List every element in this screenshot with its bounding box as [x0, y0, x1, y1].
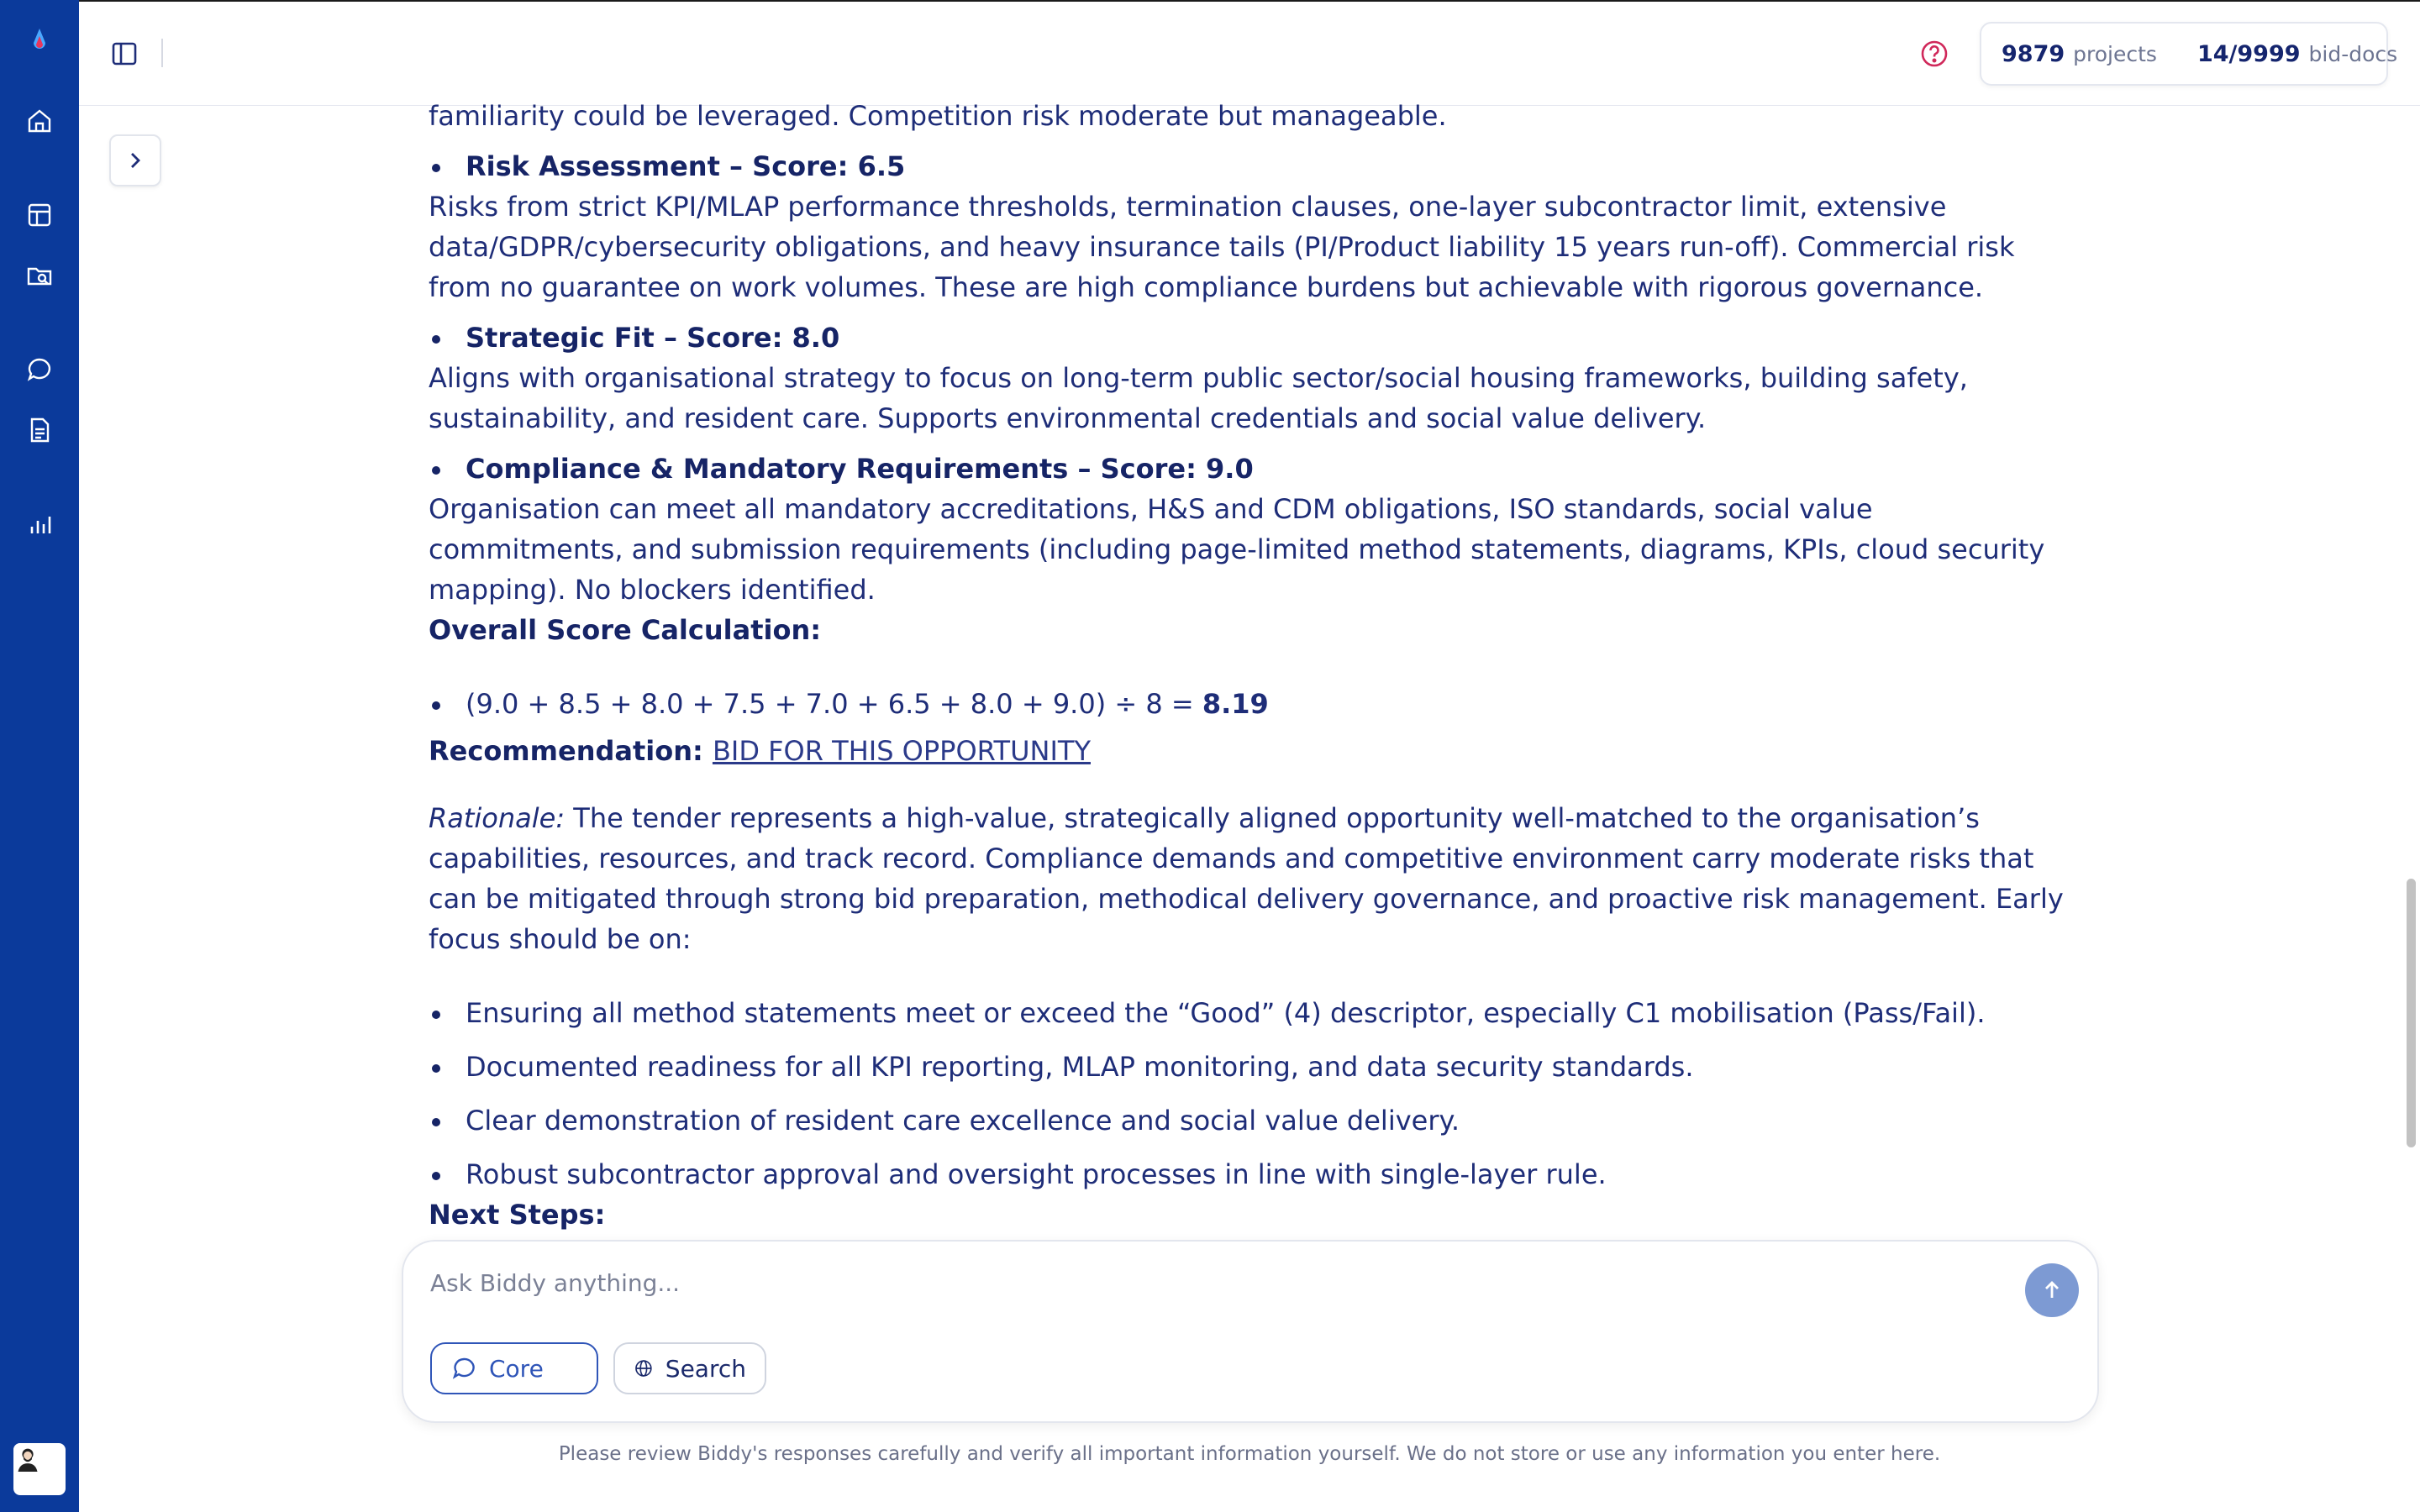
- overall-score-heading: Overall Score Calculation:: [429, 614, 822, 646]
- home-icon[interactable]: [23, 104, 56, 138]
- toolbar-divider: [161, 39, 163, 67]
- chat-bubble-icon: [452, 1357, 475, 1379]
- chat-input[interactable]: [429, 1265, 1995, 1300]
- bid-docs-stat: 14/9999 bid-docs: [2177, 41, 2417, 67]
- assistant-response: familiarity could be leveraged. Competit…: [429, 96, 2075, 1235]
- section-title: Risk Assessment – Score: 6.5: [429, 146, 2075, 186]
- top-bar: 9879 projects 14/9999 bid-docs: [79, 0, 2420, 106]
- section-title: Compliance & Mandatory Requirements – Sc…: [429, 449, 2075, 489]
- response-fragment: familiarity could be leveraged. Competit…: [429, 100, 1447, 132]
- recommendation-label: Recommendation:: [429, 735, 703, 767]
- search-mode-button[interactable]: Search: [613, 1342, 766, 1394]
- dashboard-layout-icon[interactable]: [23, 198, 56, 232]
- list-item: Robust subcontractor approval and oversi…: [429, 1154, 2075, 1194]
- analytics-icon[interactable]: [23, 507, 56, 541]
- projects-stat: 9879 projects: [1981, 41, 2177, 67]
- scrollbar-thumb[interactable]: [2407, 879, 2416, 1147]
- recommendation-value: BID FOR THIS OPPORTUNITY: [712, 735, 1091, 767]
- rationale-label: Rationale:: [429, 802, 566, 834]
- projects-count: 9879: [2002, 40, 2065, 67]
- section-body: Organisation can meet all mandatory accr…: [429, 493, 2045, 606]
- disclaimer-text: Please review Biddy's responses carefull…: [558, 1443, 1941, 1465]
- search-label: Search: [665, 1354, 746, 1383]
- chevron-right-icon: [131, 153, 140, 168]
- section-body: Aligns with organisational strategy to f…: [429, 362, 1968, 434]
- chat-icon[interactable]: [23, 353, 56, 386]
- document-icon[interactable]: [23, 413, 56, 447]
- folder-search-icon[interactable]: [23, 259, 56, 292]
- sidebar-toggle-icon[interactable]: [109, 39, 139, 69]
- core-mode-button[interactable]: Core: [430, 1342, 598, 1394]
- scrollbar-track[interactable]: [2405, 106, 2417, 1512]
- projects-label: projects: [2073, 41, 2157, 66]
- app-logo-icon[interactable]: [23, 24, 56, 57]
- calculation-text: (9.0 + 8.5 + 8.0 + 7.5 + 7.0 + 6.5 + 8.0…: [466, 688, 1202, 720]
- bid-docs-count: 14/9999: [2196, 40, 2301, 67]
- calculation-result: 8.19: [1202, 688, 1269, 720]
- rationale-text: The tender represents a high-value, stra…: [429, 802, 2064, 955]
- avatar[interactable]: [13, 1443, 66, 1495]
- list-item: Documented readiness for all KPI reporti…: [429, 1047, 2075, 1087]
- help-icon[interactable]: [1919, 39, 1949, 69]
- core-label: Core: [489, 1354, 544, 1383]
- send-button[interactable]: [2025, 1263, 2079, 1317]
- section-body: Risks from strict KPI/MLAP performance t…: [429, 191, 2015, 303]
- rationale: Rationale: The tender represents a high-…: [429, 798, 2075, 959]
- left-nav-rail: [0, 0, 79, 1512]
- score-calculation: (9.0 + 8.5 + 8.0 + 7.5 + 7.0 + 6.5 + 8.0…: [429, 684, 2075, 724]
- section-title: Strategic Fit – Score: 8.0: [429, 318, 2075, 358]
- list-item: Ensuring all method statements meet or e…: [429, 993, 2075, 1033]
- list-item: Clear demonstration of resident care exc…: [429, 1100, 2075, 1141]
- expand-panel-button[interactable]: [109, 134, 161, 186]
- next-steps-heading: Next Steps:: [429, 1199, 606, 1231]
- arrow-up-icon: [2045, 1281, 2059, 1298]
- chat-composer: Core Search: [402, 1240, 2099, 1423]
- usage-stats: 9879 projects 14/9999 bid-docs: [1980, 22, 2397, 86]
- globe-icon: [635, 1360, 652, 1377]
- bid-docs-label: bid-docs: [2308, 41, 2398, 66]
- recommendation: Recommendation: BID FOR THIS OPPORTUNITY: [429, 731, 2075, 771]
